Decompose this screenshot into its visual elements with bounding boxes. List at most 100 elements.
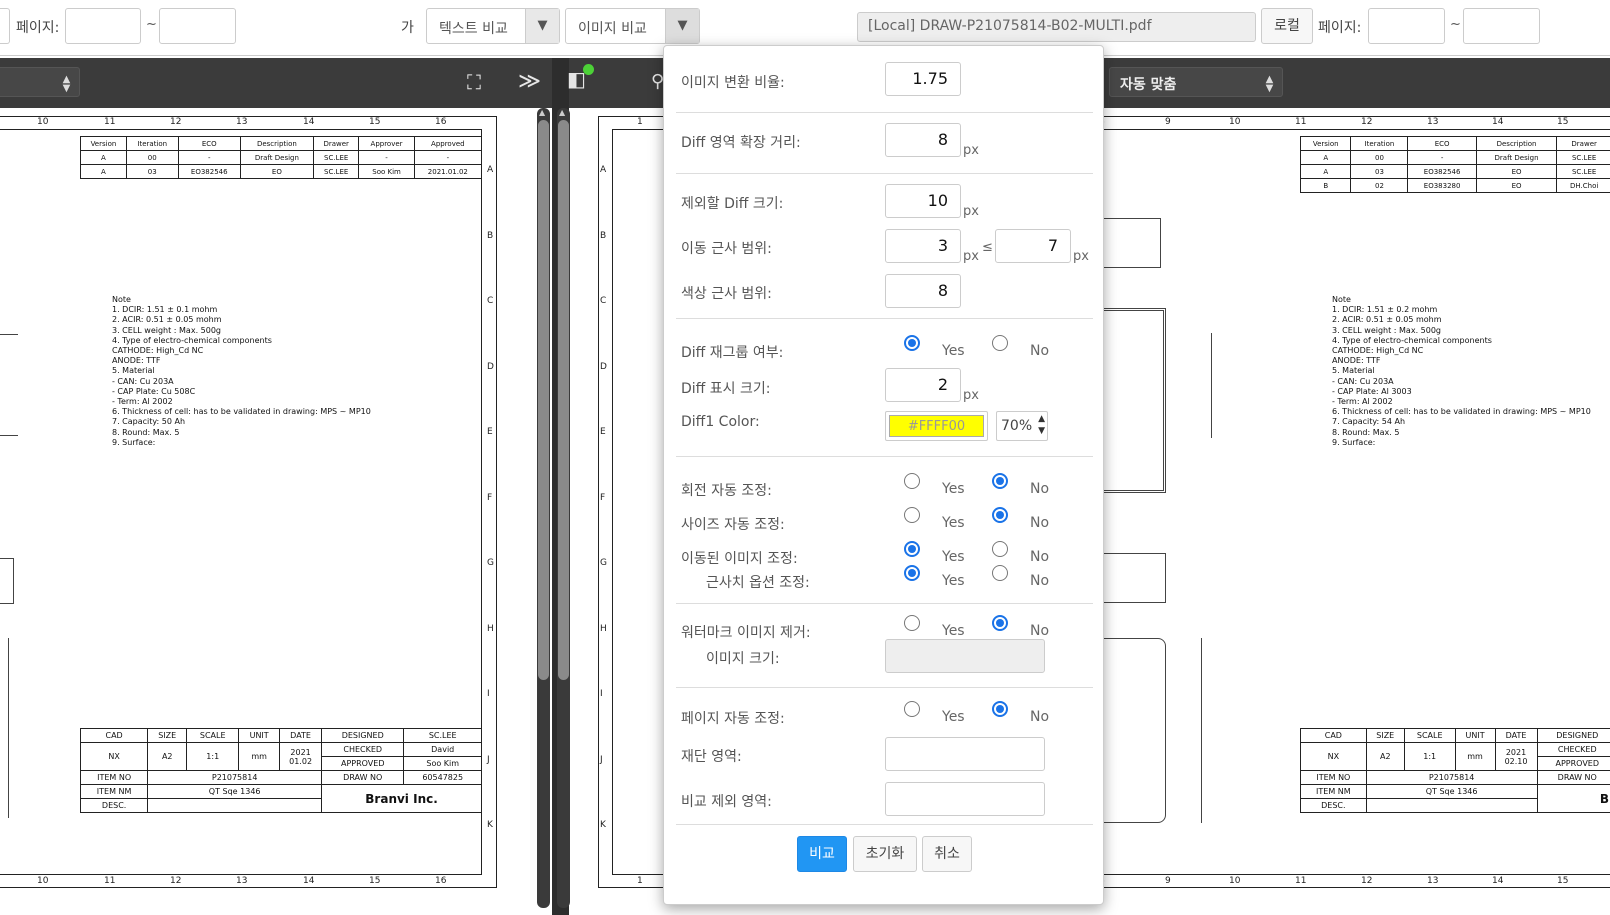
rotate-auto-no-label: No bbox=[1030, 481, 1050, 497]
display-size-input[interactable]: 2 bbox=[885, 368, 961, 402]
right-scrollbar[interactable]: ▲ bbox=[557, 108, 570, 908]
scroll-up-icon[interactable]: ▲ bbox=[559, 108, 565, 117]
note-line: 8. Round: Max. 5 bbox=[112, 427, 180, 437]
watermark-yes-radio[interactable] bbox=[904, 615, 920, 631]
scroll-up-icon[interactable]: ▲ bbox=[539, 108, 545, 117]
table-header-cell: Drawer bbox=[1556, 136, 1610, 151]
rotate-auto-yes-label: Yes bbox=[942, 481, 965, 497]
color-range-input[interactable]: 8 bbox=[885, 274, 961, 308]
size-auto-yes-label: Yes bbox=[942, 515, 965, 531]
size-auto-no-radio[interactable] bbox=[992, 507, 1008, 523]
reset-button[interactable]: 초기화 bbox=[853, 836, 917, 872]
column-number: 10 bbox=[1229, 876, 1241, 886]
page-auto-label: 페이지 자동 조정: bbox=[681, 711, 785, 727]
file-name-field[interactable]: [Local] DRAW-P21075814-B02-MULTI.pdf bbox=[857, 12, 1256, 42]
left-revision-table: Version Iteration ECO Description Drawer Appr… bbox=[80, 136, 483, 179]
exclude-size-input[interactable]: 10 bbox=[885, 184, 961, 218]
moved-image-no-radio[interactable] bbox=[992, 541, 1008, 557]
page-to-input-left[interactable] bbox=[159, 8, 236, 44]
crop-area-input[interactable] bbox=[885, 737, 1045, 771]
column-number: 10 bbox=[37, 876, 49, 886]
expand-input[interactable]: 8 bbox=[885, 123, 961, 157]
diff1-opacity-input[interactable]: 70% ▲ ▼ bbox=[996, 411, 1048, 441]
tilde-left: ~ bbox=[146, 17, 157, 32]
regroup-yes-radio[interactable] bbox=[904, 335, 920, 351]
approx-option-yes-radio[interactable] bbox=[904, 565, 920, 581]
approx-option-no-label: No bbox=[1030, 573, 1050, 589]
local-button[interactable]: 로컬 bbox=[1261, 8, 1313, 44]
page-auto-no-radio[interactable] bbox=[992, 701, 1008, 717]
row-letter: F bbox=[487, 492, 493, 503]
table-cell: - bbox=[177, 150, 241, 165]
right-notes-block: Note 1. DCIR: 1.51 ± 0.2 mohm 2. ACIR: 0.5… bbox=[1332, 295, 1591, 448]
compare-button[interactable]: 비교 bbox=[797, 836, 847, 872]
note-line: 2. ACIR: 0.51 ± 0.05 mohm bbox=[112, 315, 222, 325]
right-scrollbar-thumb[interactable] bbox=[558, 120, 569, 680]
approx-option-no-radio[interactable] bbox=[992, 565, 1008, 581]
exclude-size-label: 제외할 Diff 크기: bbox=[681, 196, 784, 212]
right-zoom-select[interactable]: 자동 맞춤 ▲▼ bbox=[1109, 67, 1283, 97]
right-zoom-label: 자동 맞춤 bbox=[1120, 77, 1177, 93]
row-letter: J bbox=[487, 754, 490, 765]
exclude-area-input[interactable] bbox=[885, 782, 1045, 816]
text-compare-dropdown[interactable]: 텍스트 비교 ▼ bbox=[426, 8, 560, 44]
row-letter: F bbox=[600, 492, 606, 503]
approx-option-label: 근사치 옵션 조정: bbox=[706, 575, 810, 591]
column-number: 13 bbox=[1427, 876, 1439, 886]
column-number: 13 bbox=[236, 876, 248, 886]
spinner-icon[interactable]: ▲ ▼ bbox=[1038, 413, 1045, 437]
left-scrollbar[interactable]: ▲ bbox=[537, 108, 550, 908]
note-line: 8. Round: Max. 5 bbox=[1332, 427, 1400, 437]
rotate-auto-no-radio[interactable] bbox=[992, 473, 1008, 489]
watermark-no-label: No bbox=[1030, 623, 1050, 639]
column-number: 13 bbox=[1427, 117, 1439, 127]
table-cell: SC.LEE bbox=[312, 164, 360, 179]
page-from-input-right[interactable] bbox=[1368, 8, 1445, 44]
diff1-color-picker[interactable]: #FFFF00 bbox=[885, 411, 988, 441]
watermark-no-radio[interactable] bbox=[992, 615, 1008, 631]
fullscreen-icon[interactable]: ⛶ bbox=[467, 71, 481, 93]
move-range-min-input[interactable]: 3 bbox=[885, 229, 961, 263]
cancel-button[interactable]: 취소 bbox=[922, 836, 972, 872]
page-to-input-right[interactable] bbox=[1463, 8, 1540, 44]
scale-input[interactable]: 1.75 bbox=[885, 62, 961, 96]
page-auto-yes-radio[interactable] bbox=[904, 701, 920, 717]
left-stub-input[interactable] bbox=[0, 8, 10, 44]
note-line: ANODE: TTF bbox=[112, 356, 161, 366]
right-title-block: CAD SIZE SCALE UNIT DATE DESIGNED NX A2 … bbox=[1300, 728, 1610, 813]
note-line: - CAP Plate: Al 3003 bbox=[1332, 386, 1412, 396]
row-letter: K bbox=[600, 820, 606, 830]
move-range-max-input[interactable]: 7 bbox=[995, 229, 1071, 263]
move-range-min-unit: px bbox=[963, 249, 979, 264]
note-line: 6. Thickness of cell: has to be validate… bbox=[112, 407, 371, 417]
note-line: - CAP Plate: Cu 508C bbox=[112, 386, 196, 396]
column-number: 13 bbox=[236, 117, 248, 127]
rotate-auto-yes-radio[interactable] bbox=[904, 473, 920, 489]
table-cell: 00 bbox=[125, 150, 179, 165]
regroup-no-label: No bbox=[1030, 343, 1050, 359]
row-letter: H bbox=[600, 623, 607, 634]
size-auto-yes-radio[interactable] bbox=[904, 507, 920, 523]
regroup-no-radio[interactable] bbox=[992, 335, 1008, 351]
table-cell: - bbox=[1407, 150, 1477, 165]
moved-image-yes-radio[interactable] bbox=[904, 541, 920, 557]
table-cell: Draft Design bbox=[239, 150, 314, 165]
left-zoom-select[interactable]: ▲▼ bbox=[0, 67, 80, 97]
image-size-input[interactable] bbox=[885, 639, 1045, 673]
image-compare-dropdown[interactable]: 이미지 비교 ▼ bbox=[565, 8, 700, 44]
page-from-input-left[interactable] bbox=[65, 8, 141, 44]
table-header-cell: Version bbox=[80, 136, 127, 151]
image-compare-settings-popup: 이미지 변환 비율: 1.75 Diff 영역 확장 거리: 8 px 제외할 … bbox=[663, 45, 1104, 905]
chevron-down-icon[interactable]: ▼ bbox=[665, 9, 699, 43]
row-letter: K bbox=[487, 820, 493, 830]
font-size-icon[interactable]: 가 bbox=[401, 17, 414, 37]
note-line: 7. Capacity: 54 Ah bbox=[1332, 417, 1406, 427]
chevron-down-icon[interactable]: ▼ bbox=[525, 9, 559, 43]
left-viewer-toolbar: ▲▼ ⛶ ≫ bbox=[0, 58, 552, 108]
left-scrollbar-thumb[interactable] bbox=[538, 120, 549, 680]
moved-image-yes-label: Yes bbox=[942, 549, 965, 565]
expand-right-icon[interactable]: ≫ bbox=[518, 71, 541, 93]
table-cell: - bbox=[413, 150, 483, 165]
select-arrows-icon: ▲▼ bbox=[1264, 74, 1275, 92]
page-label-right: 페이지: bbox=[1318, 20, 1362, 36]
